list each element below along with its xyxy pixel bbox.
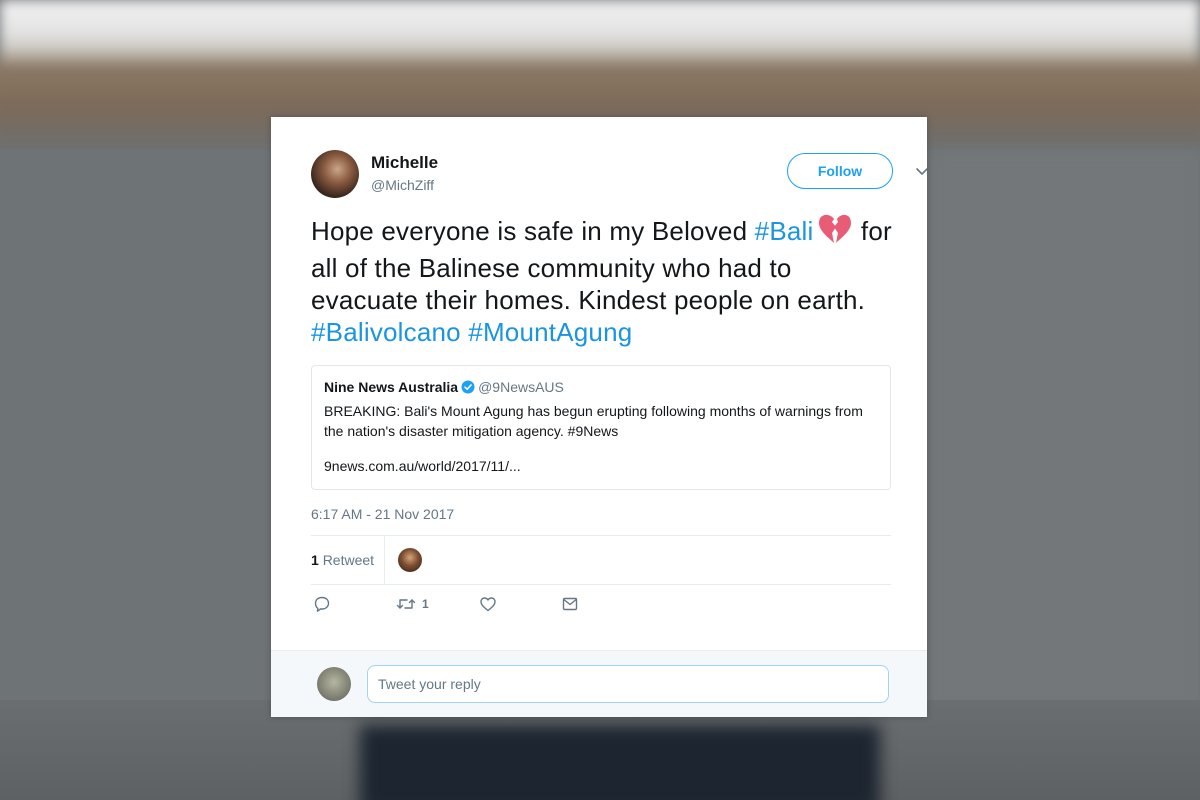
tweet-text: Hope everyone is safe in my Beloved #Bal… — [311, 213, 901, 348]
tweet-timestamp[interactable]: 6:17 AM - 21 Nov 2017 — [311, 506, 454, 522]
quoted-tweet-header: Nine News Australia @9NewsAUS — [324, 379, 564, 395]
retweet-button[interactable]: 1 — [396, 595, 429, 613]
caret-down-icon[interactable] — [914, 163, 927, 179]
hashtag-balivolcano[interactable]: #Balivolcano — [311, 317, 461, 347]
reply-button[interactable] — [313, 595, 331, 613]
like-button[interactable] — [479, 595, 497, 613]
retweet-icon — [396, 599, 416, 609]
verified-badge-icon — [461, 380, 475, 394]
broken-heart-emoji — [817, 213, 853, 252]
tweet-card: Michelle @MichZiff Follow Hope everyone … — [271, 117, 927, 717]
retweeter-avatar[interactable] — [398, 548, 422, 572]
quoted-tweet-link[interactable]: 9news.com.au/world/2017/11/... — [324, 458, 521, 474]
direct-message-button[interactable] — [561, 595, 579, 613]
quoted-tweet-text: BREAKING: Bali's Mount Agung has begun e… — [324, 403, 863, 439]
hashtag-bali[interactable]: #Bali — [755, 216, 814, 246]
current-user-avatar — [317, 667, 351, 701]
reply-icon — [314, 596, 330, 612]
tweet-stats: 1 Retweet — [311, 536, 891, 584]
hashtag-mountagung[interactable]: #MountAgung — [468, 317, 632, 347]
quoted-tweet[interactable]: Nine News Australia @9NewsAUS BREAKING: … — [311, 365, 891, 490]
stats-separator — [384, 536, 385, 584]
message-icon — [562, 597, 578, 611]
author-name[interactable]: Michelle — [371, 153, 438, 173]
author-avatar[interactable] — [311, 150, 359, 198]
reply-input[interactable] — [367, 665, 889, 703]
tweet-actions: 1 — [311, 595, 611, 623]
reply-area — [271, 650, 927, 717]
like-icon — [480, 597, 496, 612]
follow-button[interactable]: Follow — [787, 153, 893, 189]
retweet-stat[interactable]: 1 Retweet — [311, 552, 374, 568]
divider — [311, 584, 891, 585]
background-dark-image-blur — [360, 725, 880, 800]
author-handle[interactable]: @MichZiff — [371, 177, 434, 193]
quoted-author-name: Nine News Australia — [324, 379, 459, 395]
retweet-stat-count: 1 — [311, 552, 319, 568]
tweet-text-part: Hope everyone is safe in my Beloved — [311, 216, 755, 246]
retweet-count: 1 — [422, 597, 429, 611]
quoted-author-handle: @9NewsAUS — [478, 379, 564, 395]
tweet-header: Michelle @MichZiff Follow — [311, 150, 927, 200]
retweet-stat-label: Retweet — [322, 552, 375, 568]
background-right-panel — [930, 150, 1200, 710]
